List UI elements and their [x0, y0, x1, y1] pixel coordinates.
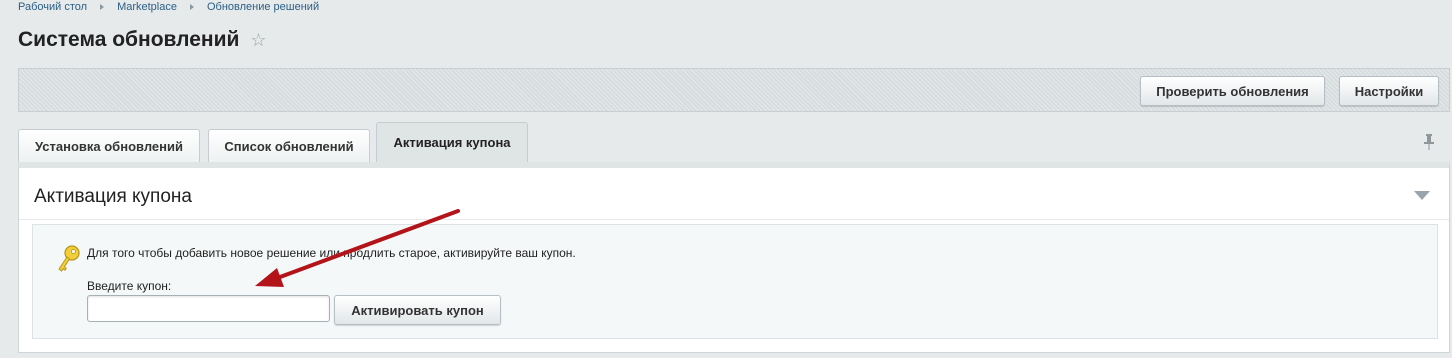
page-title: Система обновлений: [18, 28, 240, 51]
tab-coupon-activation[interactable]: Активация купона: [376, 122, 528, 162]
toolbar: Проверить обновления Настройки: [18, 68, 1450, 112]
activate-coupon-button[interactable]: Активировать купон: [334, 295, 501, 325]
key-icon: [58, 245, 80, 272]
tab-updates-list[interactable]: Список обновлений: [208, 129, 370, 162]
breadcrumb-separator-icon: [189, 4, 194, 10]
collapse-icon[interactable]: [1414, 191, 1430, 200]
info-text: Для того чтобы добавить новое решение ил…: [87, 246, 576, 260]
coupon-label: Введите купон:: [87, 279, 172, 293]
check-updates-button[interactable]: Проверить обновления: [1140, 76, 1325, 106]
page-title-wrap: Система обновлений ☆: [18, 28, 267, 52]
star-icon[interactable]: ☆: [250, 31, 266, 49]
panel-divider: [19, 219, 1449, 220]
breadcrumb-separator-icon: [100, 4, 105, 10]
breadcrumb-marketplace[interactable]: Marketplace: [117, 1, 177, 13]
breadcrumb-updates[interactable]: Обновление решений: [207, 1, 319, 13]
panel-title: Активация купона: [34, 186, 192, 207]
coupon-panel: Активация купона Для того чтобы добавить…: [18, 162, 1450, 353]
settings-button[interactable]: Настройки: [1339, 76, 1439, 106]
tab-install-updates[interactable]: Установка обновлений: [18, 129, 200, 162]
breadcrumb: Рабочий стол Marketplace Обновление реше…: [18, 0, 319, 14]
pin-icon[interactable]: [1423, 134, 1435, 150]
coupon-input[interactable]: [87, 295, 330, 322]
coupon-form: Для того чтобы добавить новое решение ил…: [32, 224, 1438, 339]
breadcrumb-desktop[interactable]: Рабочий стол: [18, 1, 87, 13]
